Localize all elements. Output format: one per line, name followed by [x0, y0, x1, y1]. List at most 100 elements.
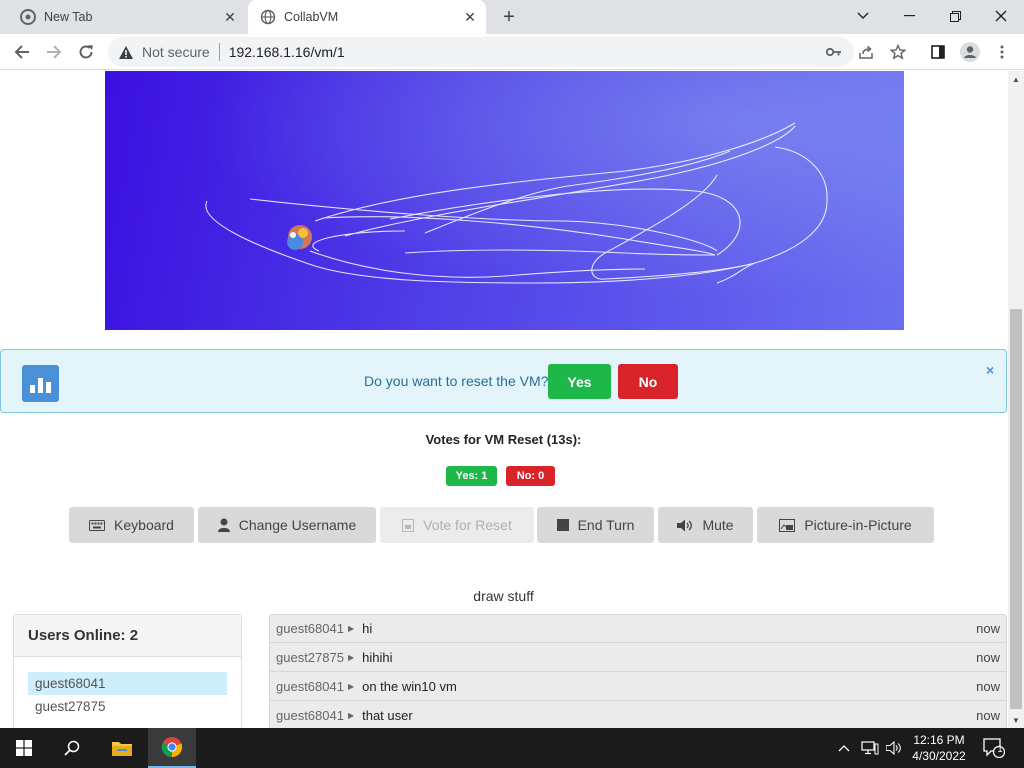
vote-no-badge: No: 0: [506, 466, 555, 486]
warning-triangle-icon: [118, 45, 134, 60]
vote-yes-button[interactable]: Yes: [548, 364, 611, 399]
chat-sender[interactable]: guest68041: [276, 679, 344, 694]
chat-text: hi: [362, 621, 373, 636]
chat-sender[interactable]: guest68041: [276, 621, 344, 636]
user-icon: [217, 518, 230, 532]
search-icon[interactable]: [48, 728, 96, 768]
tab-new-tab[interactable]: New Tab ✕: [8, 0, 246, 34]
minimize-button[interactable]: [886, 0, 932, 32]
stop-icon: [556, 519, 569, 531]
chat-time: now: [976, 707, 1000, 723]
url-text[interactable]: 192.168.1.16/vm/1: [229, 44, 345, 60]
close-tab-icon[interactable]: ✕: [220, 7, 240, 27]
network-icon[interactable]: [861, 728, 879, 768]
chat-message: guest68041 ▶ that user now: [269, 701, 1007, 728]
scrollbar-thumb[interactable]: [1010, 309, 1022, 709]
key-icon[interactable]: [824, 42, 844, 62]
chat-message: guest27875 ▶ hihihi now: [269, 643, 1007, 672]
vm-drawing-scribbles: [205, 122, 828, 284]
chat-time: now: [976, 621, 1000, 636]
new-tab-button[interactable]: +: [498, 6, 520, 28]
clock-date: 4/30/2022: [912, 749, 966, 763]
vote-for-reset-label: Vote for Reset: [423, 517, 512, 533]
chat-text: hihihi: [362, 649, 393, 665]
page-viewport: Do you want to reset the VM? Yes No × Vo…: [0, 71, 1008, 728]
mute-label: Mute: [702, 517, 734, 533]
taskbar-clock[interactable]: 12:16 PM 4/30/2022: [906, 732, 972, 764]
user-list-item[interactable]: guest68041: [28, 672, 227, 695]
windows-taskbar: 12:16 PM 4/30/2022 1: [0, 728, 1024, 768]
address-bar[interactable]: Not secure 192.168.1.16/vm/1: [108, 37, 854, 67]
users-list: guest68041 guest27875: [28, 672, 227, 718]
close-window-button[interactable]: [978, 0, 1024, 32]
page-scrollbar[interactable]: ▲ ▼: [1008, 71, 1024, 728]
browser-toolbar: Not secure 192.168.1.16/vm/1: [0, 34, 1024, 70]
change-username-button[interactable]: Change Username: [198, 507, 376, 543]
change-username-label: Change Username: [238, 517, 357, 533]
message-of-the-day: draw stuff: [473, 588, 534, 604]
notification-count: 1: [997, 744, 1003, 754]
users-online-panel: Users Online: 2 guest68041 guest27875: [13, 614, 242, 728]
share-icon[interactable]: [856, 42, 876, 62]
bookmark-star-icon[interactable]: [888, 42, 908, 62]
security-status: Not secure: [142, 44, 210, 60]
omnibox-divider: [218, 43, 220, 61]
notifications-icon[interactable]: 1: [982, 728, 1006, 768]
picture-in-picture-button[interactable]: Picture-in-Picture: [757, 507, 934, 543]
chat-sender[interactable]: guest27875: [276, 650, 344, 665]
chat-text: on the win10 vm: [362, 678, 457, 694]
tab-title: New Tab: [44, 10, 93, 24]
speaker-icon[interactable]: [886, 728, 902, 768]
caret-right-icon: ▶: [347, 710, 355, 720]
keyboard-button-label: Keyboard: [114, 517, 174, 533]
browser-tab-strip: New Tab ✕ CollabVM ✕ +: [0, 0, 1024, 34]
user-list-item[interactable]: guest27875: [28, 695, 227, 718]
reset-vote-alert: Do you want to reset the VM? Yes No ×: [0, 349, 1007, 413]
side-panel-icon[interactable]: [928, 42, 948, 62]
tab-search-chevron-icon[interactable]: [840, 0, 886, 32]
restore-button[interactable]: [932, 0, 978, 32]
pip-icon: [779, 518, 796, 532]
bar-chart-icon: [22, 365, 59, 402]
vm-display[interactable]: [105, 71, 904, 330]
back-arrow-icon[interactable]: [8, 38, 36, 66]
tray-overflow-chevron-icon[interactable]: [838, 728, 850, 768]
forward-arrow-icon[interactable]: [40, 38, 68, 66]
reset-icon: [402, 518, 415, 532]
caret-right-icon: ▶: [347, 681, 355, 691]
vote-for-reset-button: Vote for Reset: [380, 507, 534, 543]
file-explorer-icon[interactable]: [98, 728, 146, 768]
chrome-icon: [20, 9, 36, 25]
caret-right-icon: ▶: [347, 624, 355, 633]
caret-right-icon: ▶: [347, 652, 355, 662]
mute-button[interactable]: Mute: [658, 507, 753, 543]
tab-title: CollabVM: [284, 10, 339, 24]
scroll-down-arrow-icon[interactable]: ▼: [1008, 712, 1024, 728]
volume-icon: [677, 519, 693, 532]
chat-time: now: [976, 649, 1000, 665]
end-turn-button[interactable]: End Turn: [537, 507, 654, 543]
end-turn-label: End Turn: [577, 517, 635, 533]
close-tab-icon[interactable]: ✕: [460, 7, 480, 27]
chat-time: now: [976, 678, 1000, 694]
users-online-header: Users Online: 2: [14, 615, 241, 657]
chat-sender[interactable]: guest68041: [276, 708, 344, 723]
keyboard-button[interactable]: Keyboard: [69, 507, 194, 543]
tab-collabvm[interactable]: CollabVM ✕: [248, 0, 486, 34]
clock-time: 12:16 PM: [913, 733, 965, 747]
vm-cursor-icon: [287, 225, 312, 250]
profile-avatar-icon[interactable]: [960, 42, 980, 62]
chrome-taskbar-icon[interactable]: [148, 728, 196, 768]
chat-message: guest68041 ▶ hi now: [269, 614, 1007, 643]
chat-message: guest68041 ▶ on the win10 vm now: [269, 672, 1007, 701]
reload-icon[interactable]: [72, 38, 100, 66]
windows-start-icon[interactable]: [0, 728, 48, 768]
vote-no-button[interactable]: No: [618, 364, 678, 399]
kebab-menu-icon[interactable]: [992, 42, 1012, 62]
picture-in-picture-label: Picture-in-Picture: [804, 517, 912, 533]
reset-vote-question: Do you want to reset the VM?: [364, 373, 549, 389]
scroll-up-arrow-icon[interactable]: ▲: [1008, 71, 1024, 87]
chat-text: that user: [362, 707, 413, 723]
keyboard-icon: [89, 519, 106, 531]
close-icon[interactable]: ×: [986, 362, 994, 378]
